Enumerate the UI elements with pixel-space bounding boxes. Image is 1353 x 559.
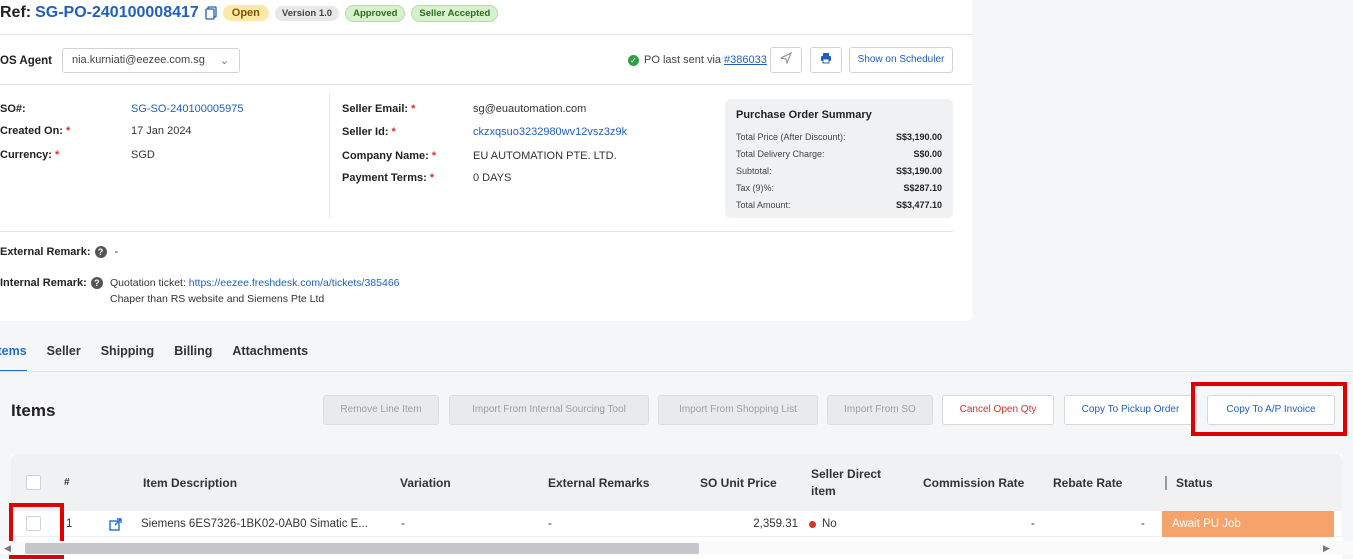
internal-remark-label: Internal Remark: ? [0,277,103,289]
summary-row: Total Delivery Charge: S$0.00 [736,149,942,159]
tab-seller[interactable]: Seller [47,342,81,372]
payment-terms-value: 0 DAYS [473,172,512,184]
select-all-checkbox[interactable] [26,475,41,490]
summary-row: Subtotal: S$3,190.00 [736,166,942,176]
highlight-box [1191,382,1347,436]
company-name-value: EU AUTOMATION PTE. LTD. [473,150,617,162]
ref-header: Ref: SG-PO-240100008417 Open Version 1.0… [0,0,499,26]
cancel-open-qty-button[interactable]: Cancel Open Qty [942,395,1054,425]
col-variation[interactable]: Variation [400,454,451,511]
ref-label: Ref: [0,4,32,21]
status-badge-open: Open [222,5,269,21]
po-sent-link[interactable]: #386033 [724,54,767,66]
seller-accepted-badge: Seller Accepted [411,4,499,22]
col-item-description[interactable]: Item Description [143,454,237,511]
po-number: SG-PO-240100008417 [35,4,199,21]
external-link-icon[interactable] [109,511,122,537]
payment-terms-label: Payment Terms: * [342,172,435,184]
copy-to-pickup-order-button[interactable]: Copy To Pickup Order [1064,395,1197,425]
import-from-so-button[interactable]: Import From SO [827,395,933,425]
status-dot-icon [809,520,816,528]
divider [0,34,972,35]
po-last-sent: ✓ PO last sent via #386033 [628,54,767,66]
scroll-right-icon[interactable]: ▶ [1323,543,1330,554]
print-button[interactable] [810,47,842,73]
external-remark-label: External Remark: ? - [0,246,119,258]
row-seller-direct: No [809,511,837,537]
version-badge: Version 1.0 [274,5,340,21]
col-seller-direct-item[interactable]: Seller Direct item [811,454,881,511]
seller-email-value: sg@euautomation.com [473,103,587,115]
chevron-down-icon: ⌄ [219,55,229,67]
remove-line-item-button[interactable]: Remove Line Item [323,395,439,425]
print-icon [821,53,831,64]
external-remark-value: - [114,246,119,258]
row-external-remarks: - [548,518,552,530]
divider [0,231,953,232]
internal-remark-value: Quotation ticket: https://eezee.freshdes… [110,277,400,289]
currency-value: SGD [131,149,155,161]
summary-row: Total Amount: S$3,477.10 [736,200,942,210]
row-variation: - [401,518,405,530]
os-agent-select[interactable]: nia.kurniati@eezee.com.sg ⌄ [62,48,240,73]
row-rebate-rate: - [1141,518,1145,530]
import-shopping-list-button[interactable]: Import From Shopping List [658,395,818,425]
tab-items[interactable]: Items [0,342,27,372]
summary-title: Purchase Order Summary [736,109,872,121]
horizontal-scrollbar[interactable]: ◀ ▶ [0,541,1353,555]
so-number-label: SO#: [0,103,26,115]
po-detail-card: Ref: SG-PO-240100008417 Open Version 1.0… [0,0,972,321]
check-circle-icon: ✓ [628,54,639,66]
row-status: Await PU Job [1162,511,1334,537]
import-internal-sourcing-button[interactable]: Import From Internal Sourcing Tool [449,395,649,425]
seller-id-link[interactable]: ckzxqsuo3232980wv12vsz3z9k [473,126,627,138]
send-icon [779,51,792,65]
col-commission-rate[interactable]: Commission Rate [923,454,1024,511]
show-on-scheduler-button[interactable]: Show on Scheduler [849,47,953,73]
items-title: Items [11,401,56,420]
tab-attachments[interactable]: Attachments [232,342,308,372]
column-divider [329,93,330,218]
detail-tabs: Items Seller Shipping Billing Attachment… [0,342,328,372]
scrollbar-thumb[interactable] [25,543,699,554]
tab-billing[interactable]: Billing [174,342,212,372]
created-on-label: Created On: * [0,125,71,137]
col-status[interactable]: Status [1176,454,1213,511]
scroll-left-icon[interactable]: ◀ [4,543,11,554]
summary-row: Tax (9)%: S$287.10 [736,183,942,193]
tab-shipping[interactable]: Shipping [101,342,154,372]
copy-icon[interactable] [205,6,217,20]
internal-remark-line2: Chaper than RS website and Siemens Pte L… [110,293,325,305]
summary-row: Total Price (After Discount): S$3,190.00 [736,132,942,142]
divider [0,84,972,85]
help-icon[interactable]: ? [94,246,107,258]
os-agent-value: nia.kurniati@eezee.com.sg [72,54,205,66]
currency-label: Currency: * [0,149,60,161]
column-resize-handle[interactable] [1165,476,1167,490]
help-icon[interactable]: ? [90,277,103,289]
approved-badge: Approved [345,4,406,22]
table-header: # Item Description Variation External Re… [11,454,1342,511]
os-agent-label: OS Agent [0,55,52,67]
tabs-divider [0,371,1353,372]
row-number: 1 [66,518,73,530]
purchase-order-summary: Purchase Order Summary Total Price (Afte… [725,99,953,218]
send-button[interactable] [770,47,802,73]
created-on-value: 17 Jan 2024 [131,125,192,137]
ticket-link[interactable]: https://eezee.freshdesk.com/a/tickets/38… [189,277,400,289]
col-rebate-rate[interactable]: Rebate Rate [1053,454,1122,511]
company-name-label: Company Name: * [342,150,437,162]
row-item-description: Siemens 6ES7326-1BK02-0AB0 Simatic E... [141,518,368,530]
row-so-unit-price: 2,359.31 [753,518,798,530]
col-so-unit-price[interactable]: SO Unit Price [700,454,777,511]
table-row[interactable]: 1 Siemens 6ES7326-1BK02-0AB0 Simatic E..… [11,511,1342,537]
po-sent-text: PO last sent via [644,54,722,66]
row-commission-rate: - [1031,518,1035,530]
col-external-remarks[interactable]: External Remarks [548,454,649,511]
seller-id-label: Seller Id: * [342,126,396,138]
so-number-link[interactable]: SG-SO-240100005975 [131,103,244,115]
seller-email-label: Seller Email: * [342,103,416,115]
col-number: # [64,477,70,488]
